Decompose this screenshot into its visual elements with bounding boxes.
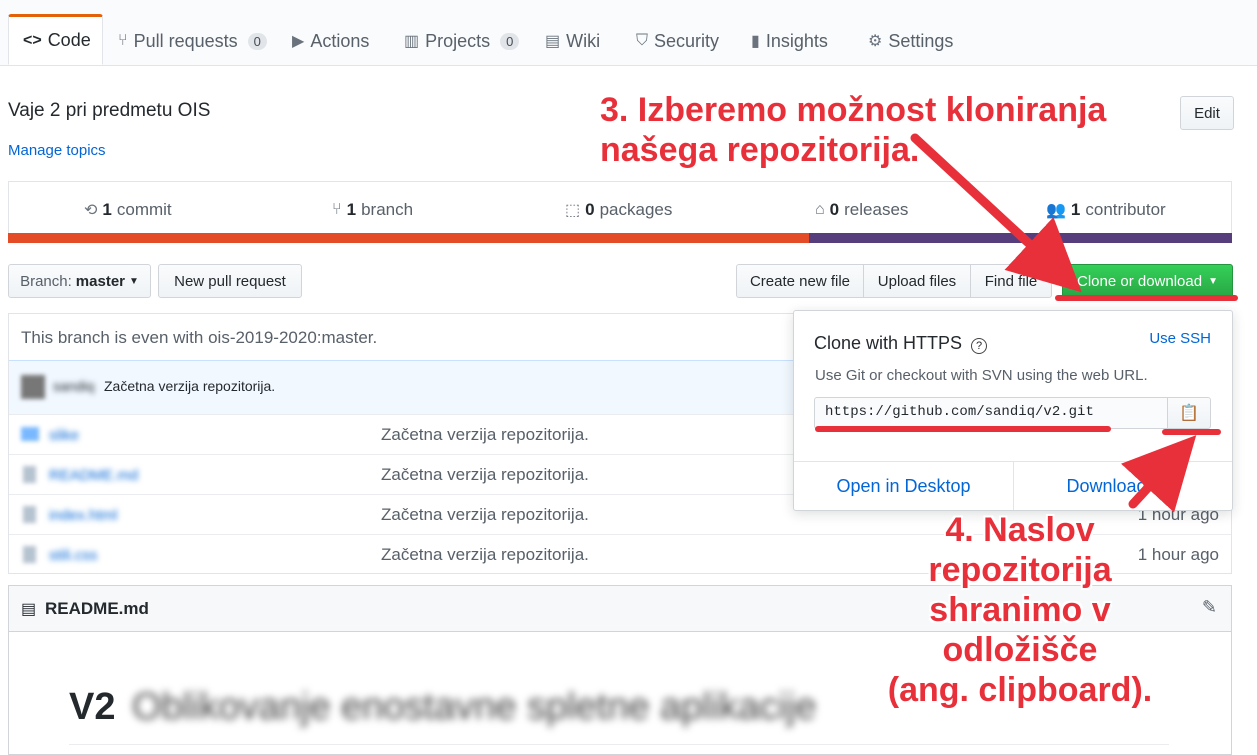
arrow-to-copy-button xyxy=(1121,435,1197,513)
annotation-step3: 3. Izberemo možnost kloniranja našega re… xyxy=(600,91,1107,169)
annotation-step4: 4. Naslov repozitorija shranimo v odloži… xyxy=(887,511,1153,709)
